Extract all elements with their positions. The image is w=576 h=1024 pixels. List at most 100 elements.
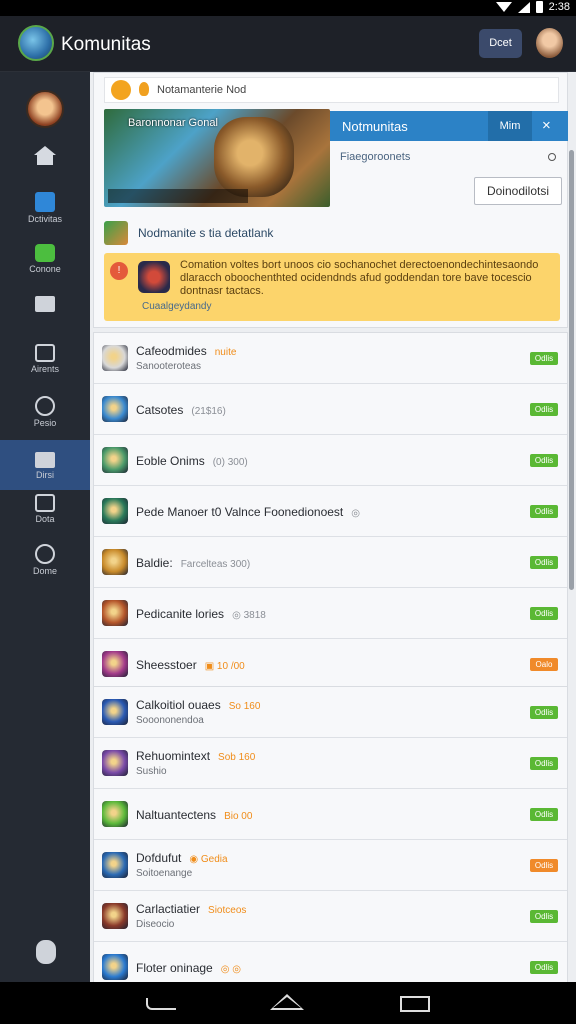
sidebar-item-chat[interactable]: Conone [0, 244, 90, 294]
list-item-title: Pede Manoer t0 Valnce Foonedionoest ◎ [136, 505, 360, 519]
game-banner-image[interactable]: Baronnonar Gonal [104, 109, 330, 207]
sidebar-item-events[interactable]: Airents [0, 344, 90, 394]
user-avatar[interactable] [536, 28, 563, 58]
popup-header: Notmunitas Mim × [330, 111, 568, 141]
list-item[interactable]: Sheesstoer ▣ 10 /00 Oalo [94, 639, 567, 690]
status-badge[interactable]: Oalo [530, 658, 558, 671]
status-badge[interactable]: Odlis [530, 352, 558, 365]
sidebar-label-dota: Dota [35, 514, 55, 524]
list-item-title: Dofdufut ◉ Gedia [136, 851, 228, 865]
list-item-meta: ◎ ◎ [220, 964, 241, 975]
game-icon [102, 447, 128, 473]
list-item-meta: ◎ [351, 508, 360, 519]
list-item[interactable]: Rehuomintext Sob 160 Sushio Odlis [94, 738, 567, 789]
alert-game-icon [138, 261, 170, 293]
list-item-title: Pedicanite lories ◎ 3818 [136, 607, 266, 621]
sidebar-item-tag[interactable] [0, 296, 90, 346]
sidebar-label-activity: Dctivitas [27, 214, 62, 224]
settings-icon [35, 544, 55, 564]
sidebar-avatar[interactable] [26, 90, 64, 128]
status-badge[interactable]: Odlis [530, 403, 558, 416]
list-item[interactable]: Catsotes (21$16) Odlis [94, 384, 567, 435]
list-item-title-text: Sheesstoer [136, 658, 197, 672]
list-item-title: Carlactiatier Siotceos [136, 902, 246, 916]
game-icon [102, 396, 128, 422]
back-icon[interactable] [146, 998, 176, 1010]
status-badge[interactable]: Odlis [530, 454, 558, 467]
sidebar-item-dota[interactable]: Dota [0, 494, 90, 544]
tag-icon [35, 296, 55, 312]
list-item-meta: Bio 00 [224, 811, 253, 822]
list-item-title-text: Catsotes [136, 403, 184, 417]
help-icon[interactable] [36, 940, 56, 964]
list-item-meta: ◉ Gedia [189, 854, 228, 865]
status-badge[interactable]: Odlis [530, 757, 558, 770]
list-item-meta: ◎ 3818 [232, 610, 266, 621]
game-icon [102, 651, 128, 677]
sidebar-item-dome[interactable]: Dome [0, 544, 90, 594]
status-badge[interactable]: Odlis [530, 706, 558, 719]
sidebar-label-events: Airents [30, 364, 59, 374]
popup-action-button[interactable]: Doinodilotsi [474, 177, 562, 205]
list-item-title-text: Naltuantectens [136, 808, 217, 822]
sidebar-item-pesio[interactable]: Pesio [0, 396, 90, 446]
list-item[interactable]: Floter oninage ◎ ◎ Odlis [94, 942, 567, 982]
status-badge[interactable]: Odlis [530, 859, 558, 872]
list-item[interactable]: Pede Manoer t0 Valnce Foonedionoest ◎ Odli… [94, 486, 567, 537]
alert-link[interactable]: Cuaalgeydandy [142, 301, 212, 312]
popup-subtitle: Fiaegoroonets [340, 151, 411, 163]
popup-button[interactable]: Mim [488, 111, 532, 141]
list-item-meta: Sob 160 [218, 752, 256, 763]
list-item-title: Calkoitiol ouaes So 160 [136, 698, 260, 712]
list-item[interactable]: Cafeodmides nuite Sanooteroteas Odlis [94, 333, 567, 384]
list-item-title: Eoble Onims (0) 300) [136, 454, 248, 468]
battery-icon [535, 1, 543, 13]
sidebar-item-home[interactable] [0, 146, 90, 196]
list-item[interactable]: Carlactiatier Siotceos Diseocio Odlis [94, 891, 567, 942]
status-badge[interactable]: Odlis [530, 556, 558, 569]
game-hud [108, 189, 248, 203]
flame-icon [139, 82, 149, 96]
sidebar-label-dome: Dome [32, 566, 57, 576]
close-icon[interactable]: × [542, 117, 551, 134]
list-item[interactable]: Baldie: Farcelteas 300) Odlis [94, 537, 567, 588]
list-item-meta: So 160 [228, 701, 261, 712]
alert-box[interactable]: ! Comation voltes bort unoos cio sochano… [104, 253, 560, 321]
list-item-title: Rehuomintext Sob 160 [136, 749, 255, 763]
sidebar-label-pesio: Pesio [33, 418, 57, 428]
sidebar-item-dirsi[interactable]: Dirsi [0, 440, 90, 490]
clock: 2:38 [548, 1, 570, 13]
list-item-title: Catsotes (21$16) [136, 403, 226, 417]
status-badge[interactable]: Odlis [530, 808, 558, 821]
recents-icon[interactable] [400, 996, 430, 1012]
app-bar: Komunitas Dcet [0, 16, 576, 72]
list-item-title-text: Pedicanite lories [136, 607, 225, 621]
list-item[interactable]: Dofdufut ◉ Gedia Soitoenange Odlis [94, 840, 567, 891]
list-item-subtitle: Soitoenange [136, 868, 193, 879]
sidebar-item-activity[interactable]: Dctivitas [0, 192, 90, 242]
status-badge[interactable]: Odlis [530, 505, 558, 518]
status-badge[interactable]: Odlis [530, 607, 558, 620]
list-item-subtitle: Diseocio [136, 919, 175, 930]
signal-icon [517, 1, 530, 13]
app-title: Komunitas [61, 34, 151, 55]
list-item[interactable]: Calkoitiol ouaes So 160 Sooononendoa Odlis [94, 687, 567, 738]
list-item[interactable]: Naltuantectens Bio 00 Odlis [94, 789, 567, 840]
list-item[interactable]: Pedicanite lories ◎ 3818 Odlis [94, 588, 567, 639]
pin-icon[interactable] [548, 153, 556, 161]
notification-row[interactable]: Notamanterie Nod [104, 77, 559, 103]
list-item-title-text: Dofdufut [136, 851, 182, 865]
scrollbar[interactable] [569, 150, 574, 590]
list-item[interactable]: Eoble Onims (0) 300) Odlis [94, 435, 567, 486]
sidebar-label-chat: Conone [29, 264, 61, 274]
list-item-subtitle: Sanooteroteas [136, 361, 202, 372]
status-badge[interactable]: Odlis [530, 910, 558, 923]
game-icon [102, 699, 128, 725]
alert-badge-icon: ! [110, 262, 128, 280]
status-badge[interactable]: Odlis [530, 961, 558, 974]
list-item-meta: Siotceos [208, 905, 247, 916]
home-icon [34, 146, 56, 155]
header-button[interactable]: Dcet [479, 29, 522, 58]
status-bar: 2:38 [0, 0, 576, 16]
list-item-subtitle: Sushio [136, 766, 167, 777]
